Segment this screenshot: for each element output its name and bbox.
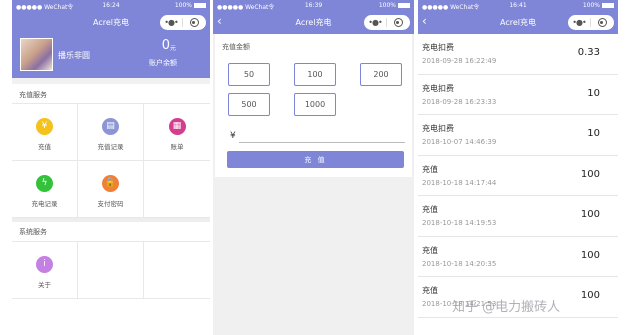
service-bill[interactable]: ▦ 账单 (144, 104, 210, 161)
username: 播乐非圆 (58, 51, 90, 60)
record-amount: 0.33 (577, 47, 600, 58)
service-lightning[interactable]: ϟ 充电记录 (12, 161, 78, 218)
list-item[interactable]: 充值 2018-10-18 14:19:53 100 (418, 196, 618, 237)
status-bar: ●●●●● WeChat令 16:39 100% (213, 0, 414, 11)
service-record[interactable]: ▤ 充值记录 (78, 104, 144, 161)
recharge-heading: 充值金额 (222, 43, 250, 51)
list-item[interactable]: 充电扣费 2018-10-07 14:46:39 10 (418, 115, 618, 156)
balance-label: 账户余额 (149, 59, 177, 67)
record-amount: 10 (587, 128, 600, 139)
battery-icon (398, 3, 410, 8)
battery-percent: 100% (378, 2, 396, 9)
record-title: 充电扣费 (422, 43, 454, 52)
more-icon[interactable]: •●• (364, 18, 386, 27)
system-services-grid: i 关于 (12, 241, 210, 299)
amount-input[interactable] (239, 142, 405, 143)
amount-option-1000[interactable]: 1000 (294, 93, 336, 116)
records-screen: ●●●●● WeChat令 16:41 100% ‹ Acrel充电 •●• 充… (418, 0, 618, 335)
currency-symbol: ¥ (230, 131, 236, 141)
more-icon[interactable]: •●• (160, 18, 182, 27)
record-amount: 100 (580, 290, 600, 301)
service-label: 关于 (38, 281, 51, 289)
status-bar: ●●●●● WeChat令 16:24 100% (12, 0, 210, 11)
amount-option-200[interactable]: 200 (360, 63, 402, 86)
close-button[interactable] (591, 18, 613, 27)
mini-program-capsule: •●• (568, 15, 614, 30)
recharge-card: 充值金额 50 100 200 500 1000 ¥ 充 值 (215, 34, 412, 177)
nav-bar: ‹ Acrel充电 •●• (213, 11, 414, 34)
money-bag-icon: ¥ (36, 118, 53, 135)
list-item[interactable]: 充电扣费 2018-09-28 16:22:49 0.33 (418, 34, 618, 75)
list-item[interactable]: 充值 2018-10-18 14:20:35 100 (418, 237, 618, 277)
watermark: 知乎 @电力搬砖人 (452, 300, 561, 315)
lock-icon: 🔒 (102, 175, 119, 192)
record-date: 2018-10-07 14:46:39 (422, 138, 497, 146)
record-icon: ▤ (102, 118, 119, 135)
record-title: 充电扣费 (422, 124, 454, 133)
record-title: 充值 (422, 286, 438, 295)
battery-indicator: 100% (175, 2, 206, 9)
service-label: 充值记录 (97, 143, 124, 151)
nav-bar: Acrel充电 •●• (12, 11, 210, 34)
recharge-button[interactable]: 充 值 (227, 151, 404, 168)
amount-option-100[interactable]: 100 (294, 63, 336, 86)
battery-indicator: 100% (583, 2, 614, 9)
avatar[interactable] (20, 38, 53, 71)
more-icon[interactable]: •●• (568, 18, 590, 27)
recharge-screen: ●●●●● WeChat令 16:39 100% ‹ Acrel充电 •●• 充… (213, 0, 414, 335)
section-title-charging: 充值服务 (12, 78, 210, 103)
nav-bar: ‹ Acrel充电 •●• (418, 11, 618, 34)
service-label: 充值 (38, 143, 51, 151)
record-date: 2018-10-18 14:17:44 (422, 178, 497, 187)
record-date: 2018-10-18 14:19:53 (422, 219, 497, 227)
charging-services-grid: ¥ 充值 ▤ 充值记录 ▦ 账单 ϟ 充电记录 🔒 支付密码 (12, 103, 210, 218)
list-item[interactable]: 充电扣费 2018-09-28 16:23:33 10 (418, 75, 618, 115)
service-info[interactable]: i 关于 (12, 242, 78, 299)
close-button[interactable] (387, 18, 409, 27)
battery-percent: 100% (582, 2, 600, 9)
record-date: 2018-09-28 16:23:33 (422, 97, 497, 106)
status-bar: ●●●●● WeChat令 16:41 100% (418, 0, 618, 11)
record-date: 2018-10-18 14:20:35 (422, 259, 497, 268)
profile-header: 播乐非圆 0 元 账户余额 (12, 34, 210, 78)
record-title: 充值 (422, 205, 438, 214)
record-title: 充值 (422, 245, 438, 255)
target-icon (597, 18, 607, 27)
home-screen: ●●●●● WeChat令 16:24 100% Acrel充电 •●• 播乐非… (12, 0, 210, 335)
empty-cell (144, 161, 210, 218)
battery-icon (602, 3, 614, 8)
service-label: 充电记录 (31, 200, 58, 208)
battery-icon (194, 3, 206, 8)
bill-icon: ▦ (168, 118, 186, 135)
info-icon: i (36, 256, 53, 273)
list-item[interactable]: 充值 2018-10-18 14:17:44 100 (418, 156, 618, 196)
battery-indicator: 100% (379, 2, 410, 9)
target-icon (189, 18, 199, 27)
empty-cell (144, 242, 210, 299)
empty-cell (78, 242, 144, 299)
records-list: 充电扣费 2018-09-28 16:22:49 0.33 充电扣费 2018-09-2… (418, 34, 618, 318)
service-money-bag[interactable]: ¥ 充值 (12, 104, 78, 161)
mini-program-capsule: •●• (364, 15, 410, 30)
record-amount: 100 (580, 209, 600, 220)
record-title: 充电扣费 (422, 83, 454, 93)
mini-program-capsule: •●• (160, 15, 206, 30)
battery-percent: 100% (174, 2, 192, 9)
record-title: 充值 (422, 164, 438, 174)
record-amount: 100 (580, 168, 600, 180)
target-icon (393, 18, 403, 27)
service-label: 账单 (170, 143, 184, 151)
balance-value: 0 (161, 38, 170, 53)
section-title-system: 系统服务 (19, 228, 47, 236)
close-button[interactable] (183, 18, 205, 27)
service-lock[interactable]: 🔒 支付密码 (78, 161, 144, 218)
record-amount: 100 (580, 249, 600, 261)
balance-unit: 元 (169, 45, 176, 52)
lightning-icon: ϟ (36, 175, 53, 192)
record-date: 2018-09-28 16:22:49 (422, 57, 497, 65)
record-amount: 10 (587, 87, 600, 99)
amount-option-50[interactable]: 50 (228, 63, 270, 86)
amount-option-500[interactable]: 500 (228, 93, 270, 116)
service-label: 支付密码 (97, 200, 124, 208)
